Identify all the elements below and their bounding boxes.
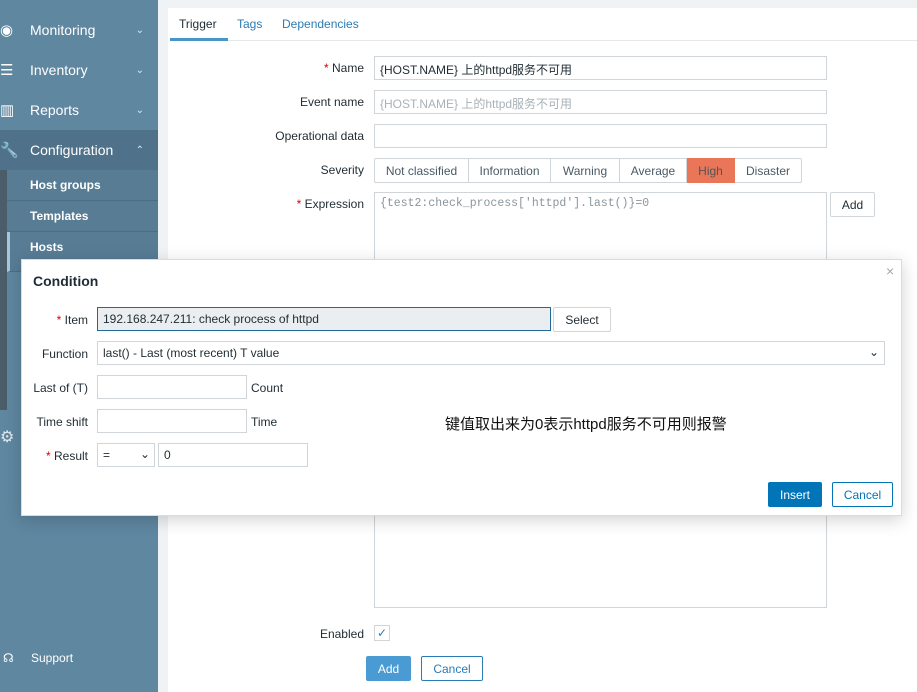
menu-configuration[interactable]: 🔧 Configuration ⌃: [0, 130, 158, 170]
item-label: * Item: [56, 313, 88, 327]
name-label: * Name: [323, 61, 364, 75]
severity-average[interactable]: Average: [620, 158, 687, 183]
last-of-input[interactable]: [97, 375, 247, 399]
annotation-text: 键值取出来为0表示httpd服务不可用则报警: [445, 416, 727, 433]
expression-add-button[interactable]: Add: [830, 192, 875, 217]
function-label: Function: [41, 347, 88, 361]
enabled-checkbox[interactable]: ✓: [374, 625, 390, 641]
tab-tags[interactable]: Tags: [237, 17, 262, 31]
menu-monitoring[interactable]: ◉ Monitoring ⌄: [0, 10, 158, 50]
chevron-down-icon: ⌄: [139, 447, 150, 461]
submenu-strip: [0, 170, 7, 410]
wrench-icon: 🔧: [0, 142, 19, 159]
tab-dependencies[interactable]: Dependencies: [282, 17, 359, 31]
close-icon[interactable]: ×: [886, 263, 894, 279]
menu-reports[interactable]: ▥ Reports ⌄: [0, 90, 158, 130]
function-select[interactable]: last() - Last (most recent) T value ⌄: [97, 341, 885, 365]
severity-disaster[interactable]: Disaster: [735, 158, 802, 183]
tab-trigger[interactable]: Trigger: [179, 17, 217, 31]
cancel-button[interactable]: Cancel: [421, 656, 483, 681]
count-unit: Count: [251, 381, 284, 395]
headset-icon: ☊: [3, 651, 14, 665]
add-button[interactable]: Add: [366, 656, 411, 681]
eye-icon: ◉: [0, 22, 14, 39]
chevron-down-icon: ⌄: [135, 104, 144, 116]
gear-icon[interactable]: ⚙: [0, 427, 14, 447]
bar-chart-icon: ▥: [0, 102, 15, 119]
severity-information[interactable]: Information: [469, 158, 551, 183]
severity-not-classified[interactable]: Not classified: [374, 158, 469, 183]
chevron-down-icon: ⌄: [135, 64, 144, 76]
dialog-title: Condition: [33, 273, 99, 289]
active-tab-indicator: [170, 38, 228, 41]
condition-dialog: Condition × * Item 192.168.247.211: chec…: [21, 259, 902, 516]
list-icon: ☰: [0, 62, 14, 79]
event-name-input[interactable]: {HOST.NAME} 上的httpd服务不可用: [374, 90, 827, 114]
item-input[interactable]: 192.168.247.211: check process of httpd: [97, 307, 551, 331]
menu-inventory[interactable]: ☰ Inventory ⌄: [0, 50, 158, 90]
support-link[interactable]: Support: [31, 651, 73, 665]
severity-warning[interactable]: Warning: [551, 158, 620, 183]
time-unit: Time: [251, 415, 278, 429]
result-operator-select[interactable]: = ⌄: [97, 443, 155, 467]
chevron-down-icon: ⌄: [868, 345, 879, 359]
operational-data-label: Operational data: [275, 129, 364, 143]
severity-high[interactable]: High: [687, 158, 735, 183]
event-name-label: Event name: [299, 95, 364, 109]
insert-button[interactable]: Insert: [768, 482, 822, 507]
time-shift-label: Time shift: [36, 415, 88, 429]
enabled-label: Enabled: [319, 627, 364, 641]
tab-divider: [170, 40, 917, 41]
result-label: * Result: [45, 449, 88, 463]
sidebar-item-host-groups[interactable]: Host groups: [7, 170, 158, 201]
expression-label: * Expression: [296, 197, 364, 211]
name-input[interactable]: {HOST.NAME} 上的httpd服务不可用: [374, 56, 827, 80]
select-button[interactable]: Select: [553, 307, 611, 332]
operational-data-input[interactable]: [374, 124, 827, 148]
result-value-input[interactable]: 0: [158, 443, 308, 467]
chevron-down-icon: ⌄: [135, 24, 144, 36]
chevron-up-icon: ⌃: [135, 144, 144, 156]
sidebar-item-templates[interactable]: Templates: [7, 201, 158, 232]
time-shift-input[interactable]: [97, 409, 247, 433]
dialog-cancel-button[interactable]: Cancel: [832, 482, 893, 507]
severity-label: Severity: [320, 163, 364, 177]
last-of-label: Last of (T): [33, 381, 88, 395]
